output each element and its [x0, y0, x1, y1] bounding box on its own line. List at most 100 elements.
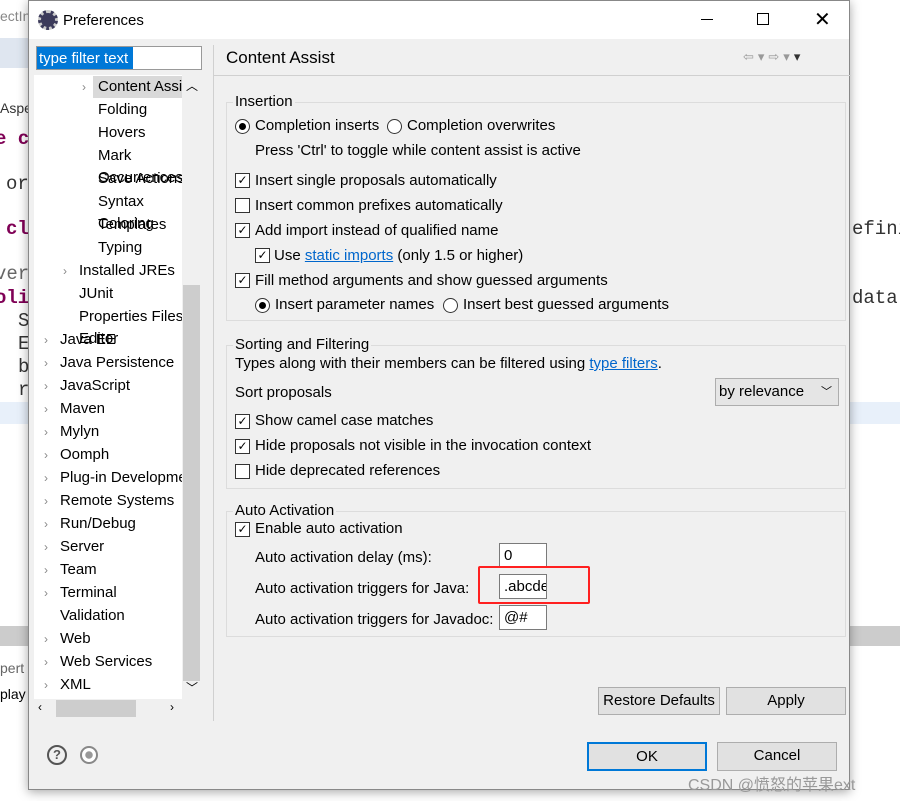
hide-not-visible-checkbox[interactable]: ✓ [235, 439, 250, 454]
enable-auto-activation-checkbox[interactable]: ✓ [235, 522, 250, 537]
label: Completion inserts [255, 117, 380, 134]
chevron-right-icon[interactable]: › [44, 444, 48, 466]
scroll-right-icon[interactable]: › [170, 700, 174, 714]
tree-item[interactable]: XML [60, 674, 91, 696]
chevron-right-icon[interactable]: › [82, 76, 86, 98]
tree-item[interactable]: Team [60, 559, 97, 581]
label: Sort proposals [235, 384, 332, 401]
sort-proposals-dropdown[interactable]: by relevance ﹀ [715, 378, 839, 406]
tree-item[interactable]: Terminal [60, 582, 117, 604]
chevron-right-icon[interactable]: › [44, 628, 48, 650]
chevron-right-icon[interactable]: › [44, 513, 48, 535]
tree-item[interactable]: Web Services [60, 651, 152, 673]
insert-param-names-radio[interactable] [255, 298, 270, 313]
label: Insert single proposals automatically [255, 172, 497, 189]
chevron-right-icon[interactable]: › [44, 467, 48, 489]
label: Types along with their members can be fi… [235, 355, 586, 372]
common-prefixes-checkbox[interactable] [235, 198, 250, 213]
label: Auto activation triggers for Javadoc: [255, 611, 494, 628]
tree-item[interactable]: Oomph [60, 444, 109, 466]
ok-button[interactable]: OK [587, 742, 707, 771]
tree-item[interactable]: Typing [98, 237, 142, 259]
camel-case-checkbox[interactable]: ✓ [235, 414, 250, 429]
scroll-thumb[interactable] [183, 285, 200, 681]
chevron-right-icon[interactable]: › [44, 674, 48, 696]
separator [214, 75, 851, 76]
chevron-right-icon[interactable]: › [44, 421, 48, 443]
cancel-button[interactable]: Cancel [717, 742, 837, 771]
bg-text: ectIn [0, 8, 31, 24]
page-title: Content Assist [226, 48, 335, 67]
chevron-right-icon[interactable]: › [44, 329, 48, 351]
add-import-checkbox[interactable]: ✓ [235, 223, 250, 238]
tree-horizontal-scrollbar[interactable]: ‹ › [34, 699, 201, 718]
tree-item[interactable]: Run/Debug [60, 513, 136, 535]
chevron-right-icon[interactable]: › [44, 398, 48, 420]
filter-input[interactable] [36, 46, 202, 70]
completion-overwrites-radio[interactable] [387, 119, 402, 134]
group-title: Insertion [233, 93, 295, 110]
help-icon[interactable]: ? [47, 745, 67, 765]
chevron-right-icon[interactable]: › [63, 260, 67, 282]
tree-item[interactable]: Hovers [98, 122, 146, 144]
chevron-right-icon[interactable]: › [44, 352, 48, 374]
restore-defaults-button[interactable]: Restore Defaults [598, 687, 720, 715]
tree-item[interactable]: Plug-in Development [60, 467, 199, 489]
chevron-right-icon[interactable]: › [44, 536, 48, 558]
single-proposals-checkbox[interactable]: ✓ [235, 173, 250, 188]
minimize-button[interactable] [701, 19, 713, 20]
scroll-down-icon[interactable]: ﹀ [186, 679, 198, 696]
tree-item[interactable]: Server [60, 536, 104, 558]
chevron-right-icon[interactable]: › [44, 490, 48, 512]
import-export-icon[interactable] [80, 746, 98, 764]
scroll-left-icon[interactable]: ‹ [38, 700, 42, 714]
sash[interactable] [213, 45, 214, 721]
tree-item[interactable]: Remote Systems [60, 490, 174, 512]
tree-item[interactable]: JavaScript [60, 375, 130, 397]
tree-vertical-scrollbar[interactable]: ︿ ﹀ [182, 75, 201, 699]
label: (only 1.5 or higher) [397, 247, 524, 264]
tree-item[interactable]: Mylyn [60, 421, 99, 443]
type-filters-link[interactable]: type filters [589, 355, 657, 372]
tree-item[interactable]: Validation [60, 605, 125, 627]
scroll-up-icon[interactable]: ︿ [186, 77, 198, 94]
tree-item[interactable]: Templates [98, 214, 166, 236]
hscroll-thumb[interactable] [56, 700, 136, 717]
chevron-right-icon[interactable]: › [44, 582, 48, 604]
auto-activation-group: Auto Activation ✓ Enable auto activation… [226, 502, 846, 637]
tree-item[interactable]: Save Actions [98, 168, 185, 190]
label: Insert parameter names [275, 296, 435, 313]
bg-text: ver [0, 263, 30, 285]
delay-input[interactable]: 0 [499, 543, 547, 568]
chevron-right-icon[interactable]: › [44, 375, 48, 397]
tree-item[interactable]: Maven [60, 398, 105, 420]
selected-value: by relevance [719, 383, 805, 400]
maximize-button[interactable] [757, 13, 769, 25]
group-title: Sorting and Filtering [233, 336, 372, 353]
insert-best-guessed-radio[interactable] [443, 298, 458, 313]
chevron-right-icon[interactable]: › [44, 651, 48, 673]
label: Auto activation delay (ms): [255, 549, 432, 566]
tree-item[interactable]: Content Assist [98, 76, 194, 98]
apply-button[interactable]: Apply [726, 687, 846, 715]
tree-item[interactable]: Java Persistence [60, 352, 174, 374]
history-nav[interactable]: ⇦▾⇨▾▾ [743, 49, 804, 65]
tree-item[interactable]: Web [60, 628, 91, 650]
insertion-group: Insertion Completion inserts Completion … [226, 93, 846, 321]
static-imports-link[interactable]: static imports [305, 247, 393, 264]
label: Use [274, 247, 301, 264]
group-title: Auto Activation [233, 502, 337, 519]
static-imports-checkbox[interactable]: ✓ [255, 248, 270, 263]
completion-inserts-radio[interactable] [235, 119, 250, 134]
fill-arguments-checkbox[interactable]: ✓ [235, 273, 250, 288]
label: Show camel case matches [255, 412, 434, 429]
close-button[interactable]: ✕ [814, 7, 831, 32]
javadoc-triggers-input[interactable]: @# [499, 605, 547, 630]
tree-item[interactable]: Installed JREs [79, 260, 175, 282]
chevron-right-icon[interactable]: › [44, 559, 48, 581]
tree-item[interactable]: Folding [98, 99, 147, 121]
window-title: Preferences [63, 12, 144, 29]
tree-item[interactable]: JUnit [79, 283, 113, 305]
tree-item[interactable]: Java EE [60, 329, 116, 351]
hide-deprecated-checkbox[interactable] [235, 464, 250, 479]
